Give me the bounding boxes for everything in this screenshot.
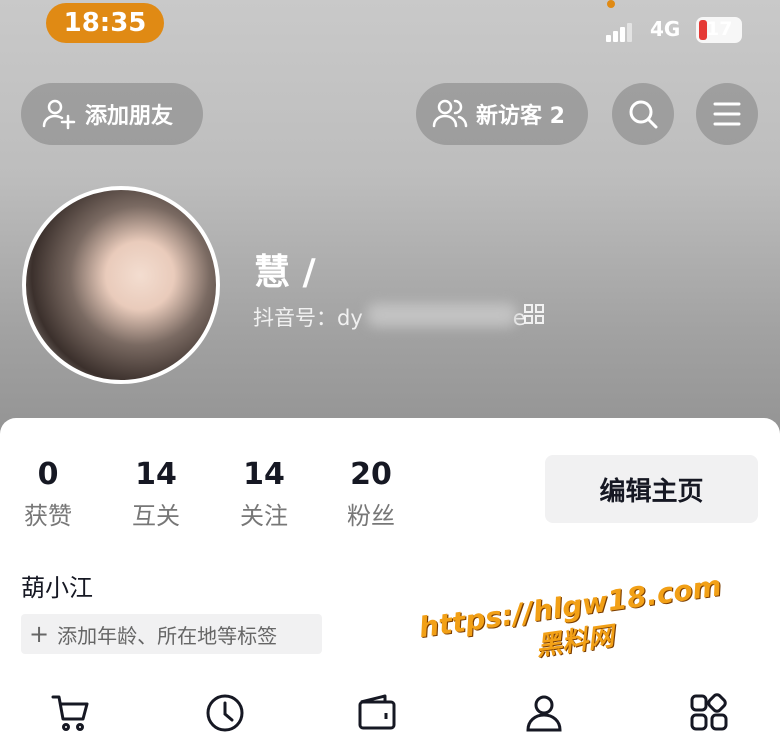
new-visitors-label: 新访客 2 — [476, 104, 565, 129]
clock-icon[interactable] — [204, 692, 246, 734]
add-tags-label: 添加年龄、所在地等标签 — [57, 623, 278, 648]
search-button[interactable] — [612, 83, 674, 145]
add-user-icon — [42, 99, 76, 130]
stat-label: 互关 — [132, 502, 180, 530]
hamburger-menu-icon — [713, 102, 741, 126]
bio-name: 葫小江 — [21, 574, 93, 602]
status-time: 18:35 — [46, 3, 164, 43]
stat-value: 20 — [350, 457, 392, 492]
visitors-icon — [432, 99, 468, 128]
stat-likes[interactable]: 0 获赞 — [22, 457, 74, 531]
stat-following[interactable]: 14 关注 — [236, 457, 292, 531]
battery-icon: 17 — [696, 17, 742, 43]
add-tags-button[interactable]: + 添加年龄、所在地等标签 — [21, 614, 322, 654]
profile-nickname: 慧 / — [254, 252, 316, 293]
douyin-id-prefix: 抖音号：dy — [253, 306, 363, 330]
stat-value: 14 — [135, 457, 177, 492]
wallet-icon[interactable] — [356, 692, 398, 734]
signal-icon — [606, 20, 634, 42]
battery-level: 17 — [706, 18, 733, 40]
stat-label: 粉丝 — [347, 502, 395, 530]
apps-icon[interactable] — [688, 692, 730, 734]
avatar[interactable] — [22, 186, 220, 384]
stat-value: 0 — [37, 457, 59, 492]
stat-label: 获赞 — [24, 502, 72, 530]
add-friend-button[interactable]: 添加朋友 — [21, 83, 203, 145]
network-type: 4G — [650, 17, 681, 41]
stat-value: 14 — [243, 457, 285, 492]
stat-mutual[interactable]: 14 互关 — [128, 457, 184, 531]
new-visitors-button[interactable]: 新访客 2 — [416, 83, 588, 145]
edit-profile-button[interactable]: 编辑主页 — [545, 455, 758, 523]
qr-code-icon[interactable] — [523, 303, 545, 325]
cart-icon[interactable] — [50, 692, 92, 734]
menu-button[interactable] — [696, 83, 758, 145]
add-friend-label: 添加朋友 — [85, 104, 174, 129]
id-redaction-blur — [367, 303, 517, 327]
stat-followers[interactable]: 20 粉丝 — [343, 457, 399, 531]
plus-icon: + — [29, 620, 50, 648]
person-icon[interactable] — [523, 692, 565, 734]
privacy-indicator-dot — [607, 0, 615, 8]
stat-label: 关注 — [240, 502, 288, 530]
search-icon — [629, 100, 658, 129]
